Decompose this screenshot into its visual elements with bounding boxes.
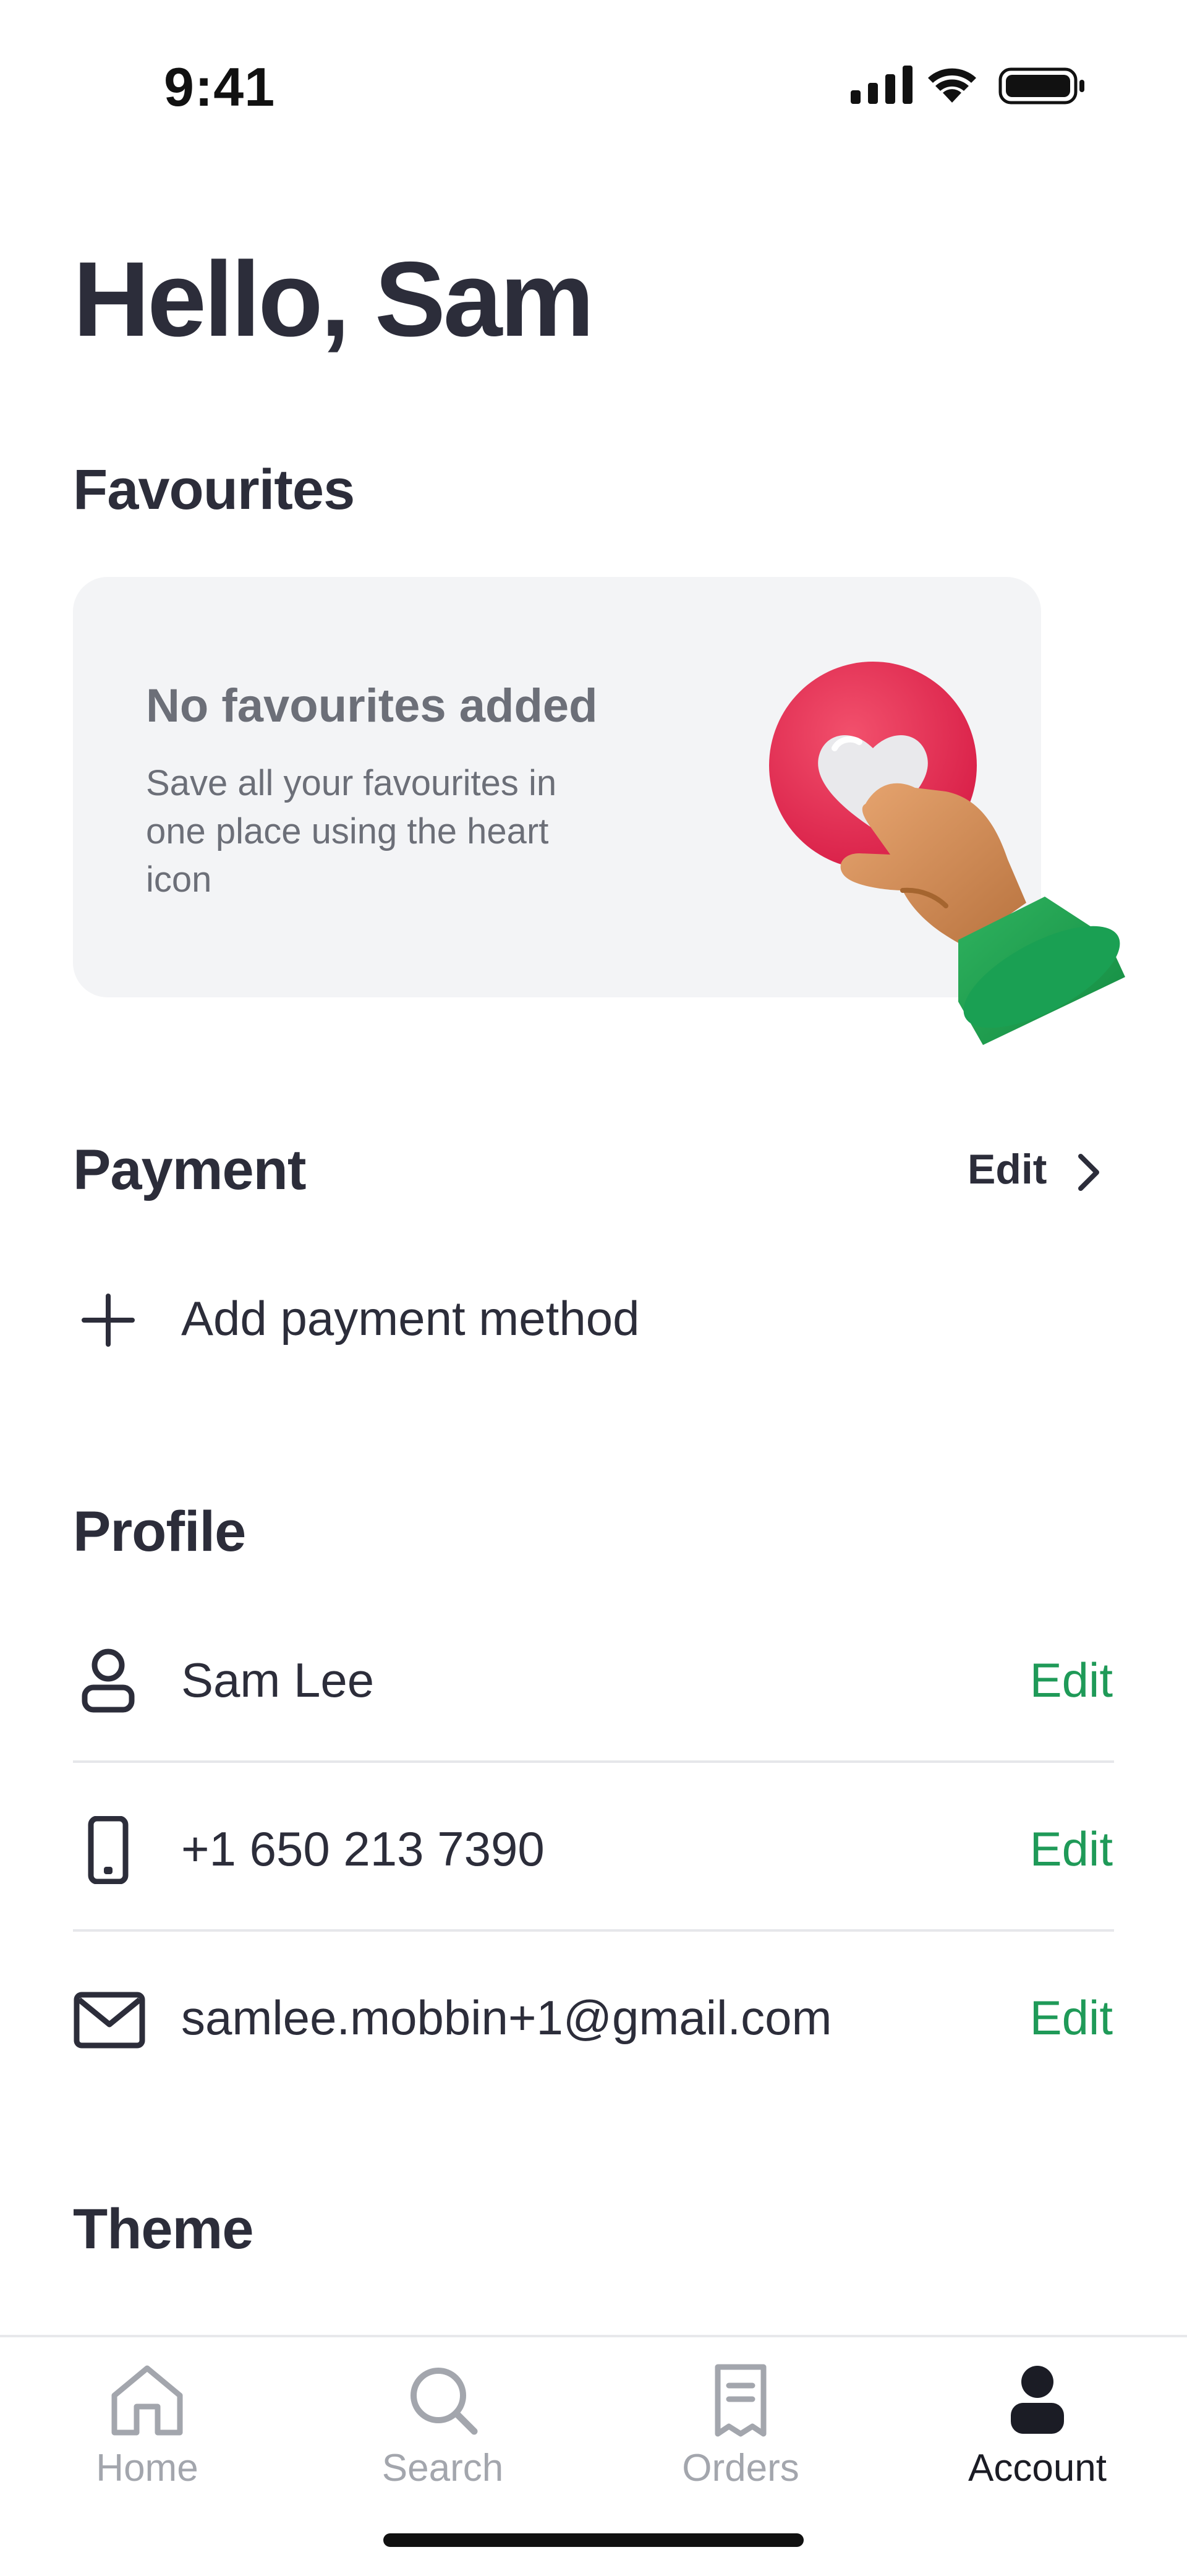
divider	[73, 1760, 1114, 1763]
favourites-section-title: Favourites	[73, 458, 355, 521]
person-icon	[82, 1648, 135, 1713]
person-filled-icon	[1011, 2366, 1064, 2434]
theme-section-title: Theme	[73, 2198, 254, 2261]
nav-account-label: Account	[968, 2447, 1107, 2489]
edit-email-button[interactable]: Edit	[964, 1990, 1113, 2046]
search-icon	[411, 2368, 478, 2435]
divider	[73, 1929, 1114, 1932]
status-time: 9:41	[164, 56, 276, 117]
home-icon	[111, 2365, 183, 2436]
payment-edit-button[interactable]: Edit	[968, 1145, 1047, 1193]
page-title: Hello, Sam	[73, 240, 594, 359]
status-icons	[851, 66, 1084, 104]
profile-phone-value: +1 650 213 7390	[181, 1822, 545, 1876]
nav-account[interactable]: Account	[926, 2363, 1149, 2524]
receipt-icon	[715, 2364, 767, 2437]
mail-icon	[74, 1992, 145, 2049]
edit-name-button[interactable]: Edit	[964, 1652, 1113, 1708]
favourites-empty-description: Save all your favourites in one place us…	[146, 763, 557, 900]
profile-name-value: Sam Lee	[181, 1653, 375, 1707]
nav-search-label: Search	[381, 2447, 504, 2489]
hand-tapping-heart-icon	[769, 662, 1125, 1045]
profile-section-title: Profile	[73, 1500, 246, 1563]
nav-orders-label: Orders	[682, 2447, 799, 2489]
payment-section-title: Payment	[73, 1138, 306, 1201]
plus-icon	[82, 1294, 135, 1347]
cellular-signal-icon	[851, 66, 913, 104]
nav-search[interactable]: Search	[331, 2363, 554, 2524]
wifi-icon	[928, 68, 976, 103]
add-payment-method-label: Add payment method	[181, 1291, 640, 1346]
edit-phone-button[interactable]: Edit	[964, 1821, 1113, 1877]
favourites-empty-title: No favourites added	[146, 680, 598, 732]
nav-home[interactable]: Home	[36, 2363, 258, 2524]
nav-home-label: Home	[96, 2447, 198, 2489]
profile-email-value: samlee.mobbin+1@gmail.com	[181, 1990, 832, 2045]
nav-orders[interactable]: Orders	[629, 2363, 852, 2524]
home-indicator	[383, 2533, 804, 2547]
phone-icon	[88, 1816, 129, 1884]
chevron-right-icon[interactable]	[1070, 1148, 1107, 1197]
battery-icon	[998, 67, 1084, 104]
